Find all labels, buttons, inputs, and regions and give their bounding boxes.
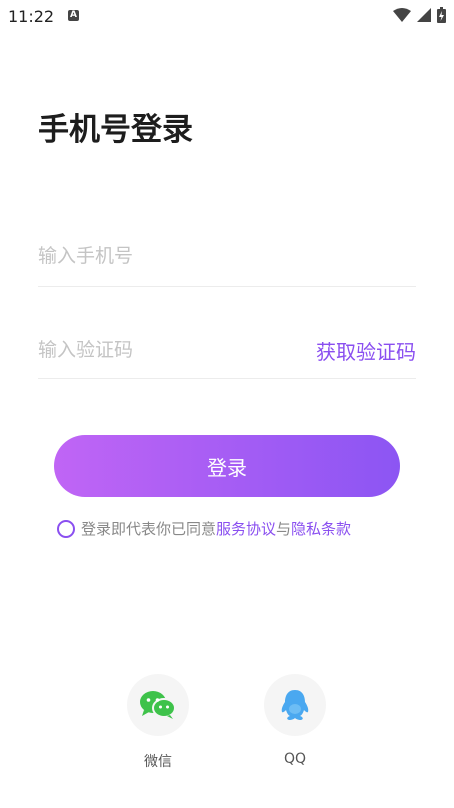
notification-a-icon: A <box>68 10 79 21</box>
agreement-checkbox[interactable] <box>57 519 75 538</box>
qq-label: QQ <box>283 751 307 767</box>
phone-input[interactable] <box>38 236 298 276</box>
agreement-row: 登录即代表你已同意 服务协议 与 隐私条款 <box>57 518 351 539</box>
phone-field <box>38 236 416 287</box>
service-agreement-link[interactable]: 服务协议 <box>216 518 276 539</box>
login-button[interactable]: 登录 <box>54 435 400 497</box>
wechat-login-button[interactable] <box>127 674 189 736</box>
qq-login-button[interactable] <box>264 674 326 736</box>
status-bar: 11:22 A <box>0 0 454 34</box>
status-icons <box>393 7 446 23</box>
agreement-prefix: 登录即代表你已同意 <box>81 520 217 538</box>
signal-icon <box>417 8 431 22</box>
get-code-button[interactable]: 获取验证码 <box>316 336 416 365</box>
code-input[interactable] <box>38 330 298 370</box>
qq-icon <box>281 690 309 720</box>
status-time: 11:22 <box>8 7 55 26</box>
page-title: 手机号登录 <box>38 112 193 148</box>
wifi-icon <box>393 8 411 22</box>
code-field: 获取验证码 <box>38 330 416 379</box>
privacy-policy-link[interactable]: 隐私条款 <box>291 518 351 539</box>
agreement-conjunction: 与 <box>276 520 292 538</box>
wechat-label: 微信 <box>144 754 172 770</box>
qq-login: QQ <box>263 674 327 767</box>
battery-icon <box>437 7 446 23</box>
wechat-login: 微信 <box>126 674 190 771</box>
wechat-icon <box>140 691 176 719</box>
